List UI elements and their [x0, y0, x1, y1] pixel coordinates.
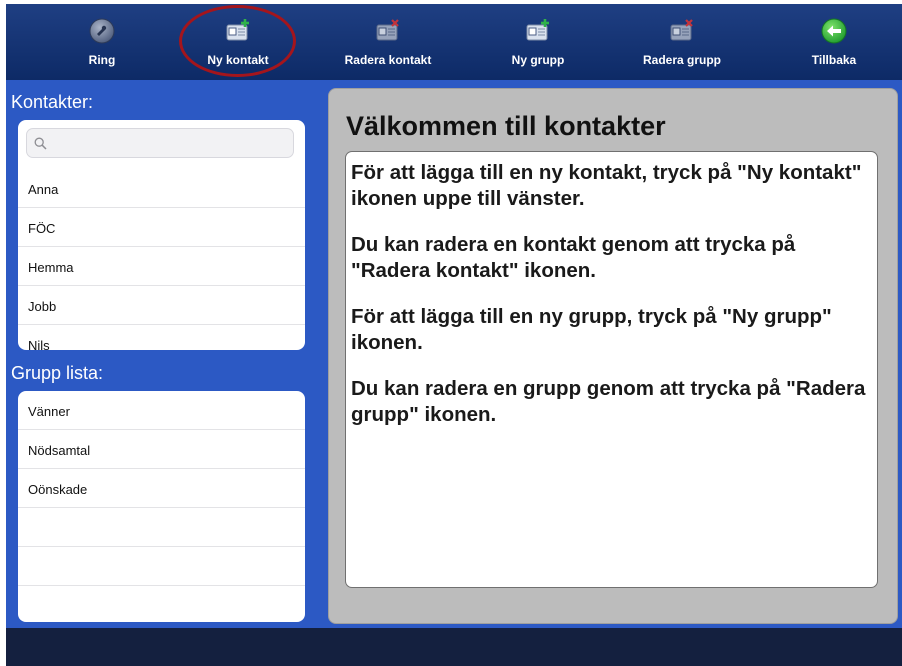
group-item-oonskade[interactable]: Oönskade — [18, 469, 305, 508]
groups-panel: Vänner Nödsamtal Oönskade — [18, 391, 305, 622]
toolbar: Ring Ny kontakt Radera kontakt Ny grupp … — [6, 4, 902, 80]
contacts-header: Kontakter: — [11, 92, 94, 112]
bottom-bar — [6, 628, 902, 666]
group-name: Vänner — [28, 404, 70, 419]
contact-name: Hemma — [28, 260, 74, 275]
new-group-button[interactable]: Ny grupp — [478, 4, 598, 80]
contact-item-foc[interactable]: FÖC — [18, 208, 305, 247]
contact-name: Anna — [28, 182, 59, 197]
group-item-vanner[interactable]: Vänner — [18, 391, 305, 430]
delete-group-button[interactable]: Radera grupp — [616, 4, 748, 80]
empty-list-row — [18, 547, 305, 586]
contacts-panel: Anna FÖC Hemma Jobb Nils — [18, 120, 305, 350]
back-arrow-icon — [821, 18, 847, 44]
ring-label: Ring — [88, 53, 116, 67]
welcome-panel: Välkommen till kontakter För att lägga t… — [328, 88, 898, 624]
contact-item-hemma[interactable]: Hemma — [18, 247, 305, 286]
instructions-box: För att lägga till en ny kontakt, tryck … — [345, 151, 878, 588]
empty-list-row — [18, 508, 305, 547]
contacts-search-input[interactable] — [26, 128, 294, 158]
screen: Ring Ny kontakt Radera kontakt Ny grupp … — [0, 0, 902, 666]
contact-name: FÖC — [28, 221, 56, 236]
contact-name: Jobb — [28, 299, 57, 314]
group-name: Oönskade — [28, 482, 88, 497]
back-label: Tillbaka — [811, 53, 857, 67]
contact-item-nils[interactable]: Nils — [18, 325, 305, 350]
search-icon — [34, 137, 47, 150]
contact-item-anna[interactable]: Anna — [18, 169, 305, 208]
contact-item-jobb[interactable]: Jobb — [18, 286, 305, 325]
back-button[interactable]: Tillbaka — [774, 4, 894, 80]
group-name: Nödsamtal — [28, 443, 91, 458]
group-item-nodsamtal[interactable]: Nödsamtal — [18, 430, 305, 469]
instruction-delete-group: Du kan radera en grupp genom att trycka … — [351, 377, 866, 426]
ring-button[interactable]: Ring — [42, 4, 162, 80]
delete-contact-label: Radera kontakt — [344, 53, 432, 67]
delete-contact-button[interactable]: Radera kontakt — [322, 4, 454, 80]
contacts-app: Ring Ny kontakt Radera kontakt Ny grupp … — [6, 4, 902, 666]
phone-icon — [89, 18, 115, 44]
welcome-title: Välkommen till kontakter — [346, 111, 666, 141]
groups-header: Grupp lista: — [11, 363, 104, 383]
new-group-label: Ny grupp — [511, 53, 565, 67]
highlight-annotation-ring — [179, 5, 296, 77]
delete-group-icon — [670, 19, 693, 41]
instruction-new-contact: För att lägga till en ny kontakt, tryck … — [351, 161, 862, 210]
delete-group-label: Radera grupp — [642, 53, 721, 67]
add-group-icon — [526, 19, 549, 41]
instruction-delete-contact: Du kan radera en kontakt genom att tryck… — [351, 233, 796, 282]
contact-name: Nils — [28, 338, 50, 350]
instruction-new-group: För att lägga till en ny grupp, tryck på… — [351, 305, 832, 354]
empty-list-row — [18, 586, 305, 622]
delete-contact-icon — [376, 19, 399, 41]
